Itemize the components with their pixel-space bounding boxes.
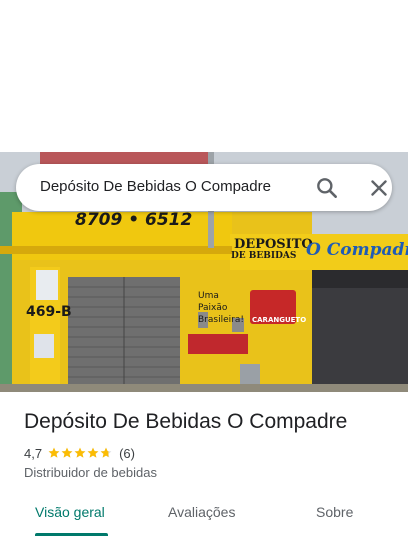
search-icon[interactable]: [314, 175, 340, 201]
close-icon[interactable]: [366, 175, 392, 201]
tab-overview[interactable]: Visão geral: [35, 504, 105, 520]
active-tab-indicator: [35, 533, 108, 536]
beer-brand: CARANGUETO: [252, 316, 307, 324]
place-category[interactable]: Distribuidor de bebidas: [24, 465, 157, 480]
sign-phone: 8709 • 6512: [75, 210, 193, 230]
star-icon: [87, 447, 99, 458]
star-icon: [48, 447, 60, 458]
rating-value: 4,7: [24, 445, 43, 461]
rating-row[interactable]: 4,7 (6): [24, 445, 135, 461]
search-input[interactable]: Depósito De Bebidas O Compadre: [40, 178, 271, 195]
place-title: Depósito De Bebidas O Compadre: [24, 410, 348, 433]
search-bar[interactable]: Depósito De Bebidas O Compadre: [16, 164, 392, 211]
wall-text: Uma Paixão Brasileira!: [198, 291, 244, 325]
star-rating: [48, 447, 113, 459]
star-icon: [100, 447, 112, 458]
tab-reviews[interactable]: Avaliações: [168, 504, 235, 520]
house-number: 469-B: [26, 304, 72, 320]
tab-about[interactable]: Sobre: [316, 504, 353, 520]
tab-bar: Visão geral Avaliações Sobre: [0, 496, 408, 536]
sign-name-right: O Compadre: [306, 240, 408, 260]
sign-name-top: DEPOSITO: [234, 237, 313, 252]
sign-name-sub: DE BEBIDAS: [231, 251, 297, 261]
star-icon: [61, 447, 73, 458]
review-count[interactable]: (6): [119, 446, 135, 461]
star-icon: [74, 447, 86, 458]
